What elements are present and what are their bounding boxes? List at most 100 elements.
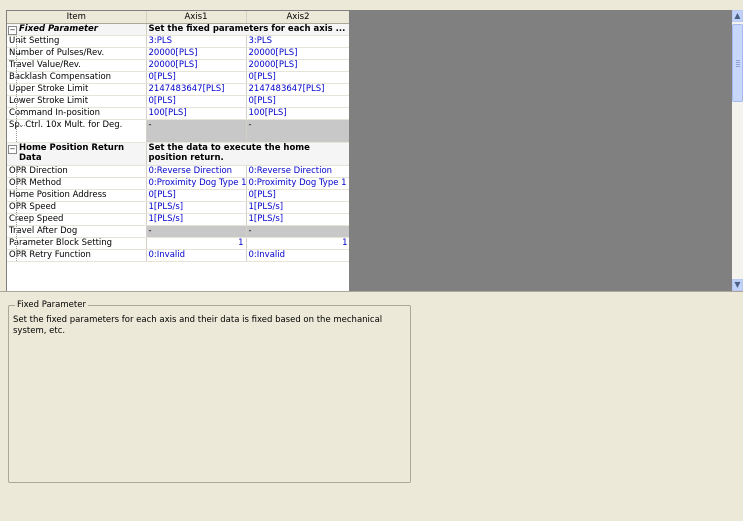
axis1-value[interactable]: 20000[PLS] [146, 59, 247, 72]
parameter-label: Creep Speed [7, 213, 147, 226]
parameter-row[interactable]: Backlash Compensation 0[PLS] 0[PLS] [7, 71, 350, 84]
collapse-icon[interactable]: − [8, 26, 17, 35]
tree-line [16, 120, 25, 142]
axis1-value[interactable]: 1[PLS/s] [146, 213, 247, 226]
description-title: Fixed Parameter [15, 300, 88, 310]
group-description: Set the fixed parameters for each axis .… [146, 23, 350, 36]
axis2-value[interactable]: 0:Reverse Direction [246, 165, 350, 178]
parameter-label: Sp. Ctrl. 10x Mult. for Deg. [7, 119, 147, 143]
chevron-down-icon: ▼ [734, 280, 741, 289]
collapse-icon[interactable]: − [8, 145, 17, 154]
group-label[interactable]: − Home Position Return Data [7, 142, 147, 166]
parameter-row[interactable]: Number of Pulses/Rev. 20000[PLS] 20000[PLS… [7, 47, 350, 60]
parameter-row[interactable]: Home Position Address 0[PLS] 0[PLS] [7, 189, 350, 202]
grid-header-row: Item Axis1 Axis2 [7, 11, 350, 24]
scroll-up-button[interactable]: ▲ [732, 10, 743, 22]
parameter-row[interactable]: Sp. Ctrl. 10x Mult. for Deg. - - [7, 119, 350, 143]
column-header-axis1[interactable]: Axis1 [146, 11, 247, 24]
axis1-value[interactable]: 0:Reverse Direction [146, 165, 247, 178]
group-label[interactable]: − Fixed Parameter [7, 23, 147, 36]
axis2-value[interactable]: - [246, 119, 350, 143]
axis1-value[interactable]: - [146, 225, 247, 238]
axis1-value[interactable]: 0[PLS] [146, 95, 247, 108]
parameter-row[interactable]: Creep Speed 1[PLS/s] 1[PLS/s] [7, 213, 350, 226]
parameter-label: OPR Direction [7, 165, 147, 178]
description-panel: Fixed Parameter Set the fixed parameters… [0, 291, 743, 521]
parameter-label: Unit Setting [7, 35, 147, 48]
axis2-value[interactable]: 100[PLS] [246, 107, 350, 120]
parameter-row[interactable]: Parameter Block Setting 1 1 [7, 237, 350, 250]
description-groupbox: Fixed Parameter Set the fixed parameters… [8, 300, 411, 483]
scroll-down-button[interactable]: ▼ [732, 279, 743, 291]
tree-line [16, 178, 25, 189]
tree-line [16, 202, 25, 213]
parameter-row[interactable]: OPR Speed 1[PLS/s] 1[PLS/s] [7, 201, 350, 214]
axis2-value[interactable]: 3:PLS [246, 35, 350, 48]
parameter-row[interactable]: Unit Setting 3:PLS 3:PLS [7, 35, 350, 48]
parameter-row[interactable]: OPR Direction 0:Reverse Direction 0:Revers… [7, 165, 350, 178]
axis1-value[interactable]: 0:Proximity Dog Type 1 [146, 177, 247, 190]
parameter-grid[interactable]: Item Axis1 Axis2 − Fixed Parameter Set the… [6, 10, 350, 292]
axis1-value[interactable]: 100[PLS] [146, 107, 247, 120]
axis1-value[interactable]: 0:Invalid [146, 249, 247, 262]
parameter-label: Lower Stroke Limit [7, 95, 147, 108]
parameter-row[interactable]: Upper Stroke Limit 2147483647[PLS] 2147483… [7, 83, 350, 96]
axis1-value[interactable]: 0[PLS] [146, 189, 247, 202]
tree-line [16, 238, 25, 249]
column-header-axis2[interactable]: Axis2 [246, 11, 350, 24]
tree-line [16, 96, 25, 107]
axis2-value[interactable]: 20000[PLS] [246, 59, 350, 72]
axis2-value[interactable]: 1 [246, 237, 350, 250]
parameter-label: Travel After Dog [7, 225, 147, 238]
parameter-label: Upper Stroke Limit [7, 83, 147, 96]
tree-line [16, 214, 25, 225]
parameter-label: OPR Method [7, 177, 147, 190]
parameter-row[interactable]: Travel After Dog - - [7, 225, 350, 238]
parameter-label: Travel Value/Rev. [7, 59, 147, 72]
parameter-label: Backlash Compensation [7, 71, 147, 84]
axis2-value[interactable]: 0[PLS] [246, 189, 350, 202]
tree-line [16, 60, 25, 71]
axis2-value[interactable]: 0:Proximity Dog Type 1 [246, 177, 350, 190]
column-header-item[interactable]: Item [7, 11, 147, 24]
axis2-value[interactable]: 1[PLS/s] [246, 213, 350, 226]
parameter-table: Item Axis1 Axis2 − Fixed Parameter Set the… [7, 11, 350, 262]
axis2-value[interactable]: 0[PLS] [246, 71, 350, 84]
tree-line [16, 166, 25, 177]
axis1-value[interactable]: 20000[PLS] [146, 47, 247, 60]
parameter-row[interactable]: Command In-position 100[PLS] 100[PLS] [7, 107, 350, 120]
tree-line [16, 72, 25, 83]
tree-line [16, 226, 25, 237]
chevron-up-icon: ▲ [734, 11, 741, 20]
parameter-row[interactable]: Travel Value/Rev. 20000[PLS] 20000[PLS] [7, 59, 350, 72]
axis2-value[interactable]: 0[PLS] [246, 95, 350, 108]
axis2-value[interactable]: 0:Invalid [246, 249, 350, 262]
axis2-value[interactable]: 2147483647[PLS] [246, 83, 350, 96]
axis1-value[interactable]: 1 [146, 237, 247, 250]
axis2-value[interactable]: 1[PLS/s] [246, 201, 350, 214]
group-row[interactable]: − Home Position Return Data Set the data t… [7, 142, 350, 166]
parameter-row[interactable]: OPR Retry Function 0:Invalid 0:Invalid [7, 249, 350, 262]
parameter-label: Home Position Address [7, 189, 147, 202]
axis1-value[interactable]: - [146, 119, 247, 143]
axis2-value[interactable]: 20000[PLS] [246, 47, 350, 60]
tree-line [16, 48, 25, 59]
axis2-value[interactable]: - [246, 225, 350, 238]
top-strip [0, 0, 743, 10]
group-description: Set the data to execute the home positio… [146, 142, 350, 166]
tree-line [16, 108, 25, 119]
grip-icon [736, 60, 740, 61]
axis1-value[interactable]: 2147483647[PLS] [146, 83, 247, 96]
axis1-value[interactable]: 0[PLS] [146, 71, 247, 84]
axis1-value[interactable]: 1[PLS/s] [146, 201, 247, 214]
vertical-scrollbar[interactable]: ▲ ▼ [732, 10, 743, 291]
group-row[interactable]: − Fixed Parameter Set the fixed parameters… [7, 23, 350, 36]
tree-line [16, 84, 25, 95]
parameter-row[interactable]: OPR Method 0:Proximity Dog Type 1 0:Proxim… [7, 177, 350, 190]
axis1-value[interactable]: 3:PLS [146, 35, 247, 48]
scrollbar-thumb[interactable] [732, 24, 743, 102]
empty-grid-area [349, 10, 732, 291]
parameter-row[interactable]: Lower Stroke Limit 0[PLS] 0[PLS] [7, 95, 350, 108]
description-text: Set the fixed parameters for each axis a… [13, 315, 383, 336]
tree-line [16, 190, 25, 201]
